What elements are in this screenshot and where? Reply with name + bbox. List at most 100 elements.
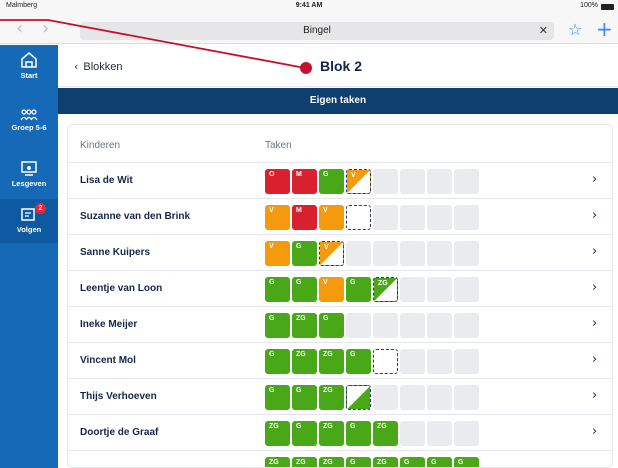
task-tile[interactable] <box>400 385 425 410</box>
task-tile[interactable]: G <box>346 421 371 446</box>
task-tile[interactable]: G <box>400 457 425 467</box>
task-tile[interactable]: ZG <box>319 385 344 410</box>
task-tile[interactable]: ZG <box>373 421 398 446</box>
task-tile[interactable] <box>373 349 398 374</box>
task-tile[interactable] <box>400 421 425 446</box>
task-tile[interactable] <box>373 169 398 194</box>
task-tile[interactable]: G <box>265 313 290 338</box>
table-row[interactable]: Vincent Mol G ZG ZG G › <box>68 343 612 379</box>
task-tile[interactable]: V <box>265 205 290 230</box>
task-tile[interactable]: ZG <box>265 421 290 446</box>
task-tile[interactable]: ZG <box>292 313 317 338</box>
sidebar-item-start[interactable]: Start <box>0 45 58 89</box>
task-tile[interactable]: G <box>319 169 344 194</box>
task-tile[interactable]: ZG <box>265 457 290 467</box>
task-tile[interactable] <box>400 349 425 374</box>
task-tile[interactable]: G <box>346 457 371 467</box>
task-tile[interactable] <box>454 169 479 194</box>
chevron-right-icon[interactable]: › <box>592 388 597 403</box>
task-tile[interactable]: G <box>265 349 290 374</box>
task-tile[interactable] <box>346 205 371 230</box>
task-tile[interactable]: G <box>292 241 317 266</box>
task-tile[interactable]: ZG <box>319 349 344 374</box>
table-row[interactable]: Ineke Meijer G ZG G › <box>68 307 612 343</box>
task-tile[interactable] <box>373 205 398 230</box>
table-row[interactable]: ZG ZG ZG G ZG G G G <box>68 451 612 467</box>
address-bar[interactable]: Bingel ✕ <box>80 22 554 40</box>
task-tile[interactable] <box>346 241 371 266</box>
browser-back-icon[interactable]: ‹ <box>16 18 23 39</box>
task-tile[interactable]: ZG <box>292 349 317 374</box>
table-row[interactable]: Suzanne van den Brink V M V › <box>68 199 612 235</box>
sidebar-item-lesgeven[interactable]: Lesgeven <box>0 153 58 197</box>
task-tile[interactable]: G <box>292 277 317 302</box>
sidebar-item-groep[interactable]: Groep 5-6 <box>0 103 58 147</box>
task-tile[interactable]: ZG <box>292 457 317 467</box>
chevron-right-icon[interactable]: › <box>592 424 597 439</box>
task-tile[interactable] <box>400 241 425 266</box>
chevron-right-icon[interactable]: › <box>592 280 597 295</box>
task-tile[interactable] <box>400 205 425 230</box>
chevron-right-icon[interactable]: › <box>592 208 597 223</box>
task-tile[interactable]: ZG <box>373 277 398 302</box>
sidebar-item-volgen[interactable]: 2 Volgen <box>0 199 58 243</box>
task-tile[interactable] <box>454 277 479 302</box>
table-row[interactable]: Sanne Kuipers V G V › <box>68 235 612 271</box>
task-tile[interactable]: G <box>292 421 317 446</box>
task-tile[interactable] <box>400 277 425 302</box>
task-tile[interactable]: V <box>319 277 344 302</box>
task-tile[interactable] <box>400 169 425 194</box>
table-row[interactable]: Lisa de Wit O M G V › <box>68 163 612 199</box>
task-tile[interactable] <box>373 385 398 410</box>
task-tile[interactable] <box>427 277 452 302</box>
table-row[interactable]: Leentje van Loon G G V G ZG › <box>68 271 612 307</box>
task-tile[interactable]: G <box>265 385 290 410</box>
task-tile[interactable] <box>427 169 452 194</box>
task-tile[interactable] <box>427 349 452 374</box>
task-tile[interactable]: G <box>346 277 371 302</box>
new-tab-plus-icon[interactable]: + <box>596 17 613 41</box>
task-tile[interactable]: G <box>265 277 290 302</box>
task-tile[interactable] <box>373 241 398 266</box>
task-tile[interactable]: V <box>319 241 344 266</box>
task-tile[interactable] <box>427 313 452 338</box>
chevron-right-icon[interactable]: › <box>592 316 597 331</box>
task-tile[interactable]: G <box>292 385 317 410</box>
task-tile[interactable] <box>373 313 398 338</box>
task-tile[interactable] <box>454 241 479 266</box>
task-tile[interactable]: V <box>265 241 290 266</box>
task-tile[interactable]: M <box>292 205 317 230</box>
task-tile[interactable]: ZG <box>319 457 344 467</box>
task-tile[interactable]: M <box>292 169 317 194</box>
task-tile[interactable] <box>454 385 479 410</box>
task-tile[interactable]: G <box>427 457 452 467</box>
task-tile[interactable]: V <box>319 205 344 230</box>
browser-forward-icon[interactable]: › <box>42 18 49 39</box>
task-tile[interactable] <box>454 313 479 338</box>
clear-url-icon[interactable]: ✕ <box>539 22 548 40</box>
chevron-right-icon[interactable]: › <box>592 244 597 259</box>
task-tile[interactable] <box>427 205 452 230</box>
table-row[interactable]: Thijs Verhoeven G G ZG ZG › <box>68 379 612 415</box>
bookmark-star-icon[interactable]: ☆ <box>568 20 582 39</box>
task-tile[interactable] <box>454 421 479 446</box>
task-tile[interactable]: O <box>265 169 290 194</box>
chevron-right-icon[interactable]: › <box>592 172 597 187</box>
task-tile[interactable] <box>454 349 479 374</box>
task-tile[interactable]: V <box>346 169 371 194</box>
task-tile[interactable]: G <box>346 349 371 374</box>
task-tile[interactable]: G <box>319 313 344 338</box>
chevron-right-icon[interactable]: › <box>592 352 597 367</box>
task-tile[interactable] <box>346 313 371 338</box>
task-tile[interactable]: ZG <box>346 385 371 410</box>
task-tile[interactable]: G <box>454 457 479 467</box>
task-tile[interactable]: ZG <box>373 457 398 467</box>
task-tile[interactable] <box>427 241 452 266</box>
task-tile[interactable]: ZG <box>319 421 344 446</box>
table-row[interactable]: Doortje de Graaf ZG G ZG G ZG › <box>68 415 612 451</box>
task-tile[interactable] <box>454 205 479 230</box>
task-tile[interactable] <box>427 385 452 410</box>
task-tile[interactable] <box>427 421 452 446</box>
back-to-blokken-link[interactable]: ‹ Blokken <box>74 60 123 73</box>
task-tile[interactable] <box>400 313 425 338</box>
